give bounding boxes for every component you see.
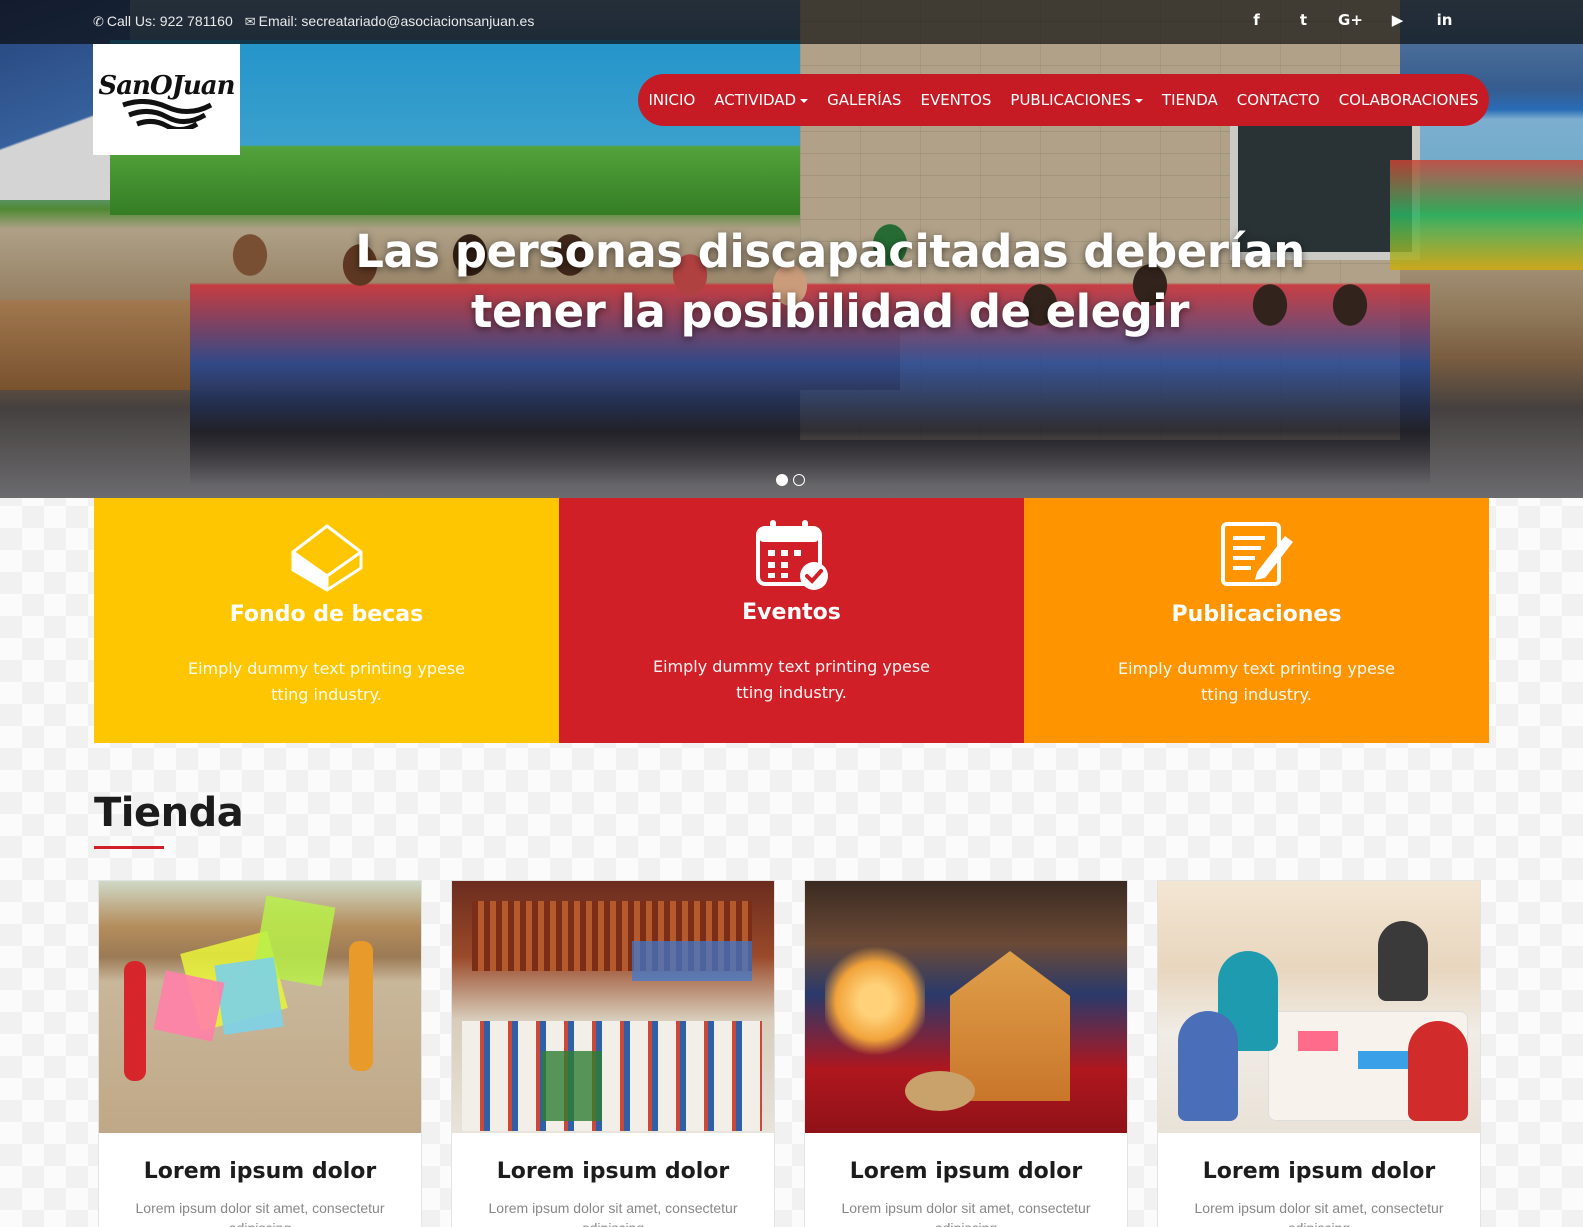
feature-fondo-de-becas[interactable]: Fondo de becas Eimply dummy text printin… [94, 498, 559, 743]
product-list: Lorem ipsum dolor Lorem ipsum dolor sit … [98, 880, 1488, 1227]
site-logo[interactable]: SanOJuan [93, 44, 240, 155]
hero-title-line-1: Las personas discapacitadas deberían [355, 225, 1305, 278]
product-image[interactable] [99, 881, 421, 1133]
nav-item-colaboraciones[interactable]: COLABORACIONES [1329, 91, 1488, 109]
nav-item-tienda[interactable]: TIENDA [1152, 91, 1227, 109]
hero-title: Las personas discapacitadas deberían ten… [200, 222, 1460, 342]
product-description: Lorem ipsum dolor sit amet, consectetur … [841, 1200, 1091, 1227]
feature-text: Eimply dummy text printing ypese tting i… [1117, 659, 1396, 704]
feature-title: Fondo de becas [229, 602, 424, 627]
product-card[interactable]: Lorem ipsum dolor Lorem ipsum dolor sit … [98, 880, 422, 1227]
product-card[interactable]: Lorem ipsum dolor Lorem ipsum dolor sit … [1157, 880, 1481, 1227]
facebook-icon[interactable]: f [1233, 11, 1280, 29]
calendar-check-icon [755, 520, 828, 590]
caret-down-icon [800, 98, 809, 103]
product-image[interactable] [452, 881, 774, 1133]
slider-dots [776, 474, 805, 486]
product-image[interactable] [1158, 881, 1480, 1133]
edit-document-icon [1220, 522, 1293, 586]
product-name[interactable]: Lorem ipsum dolor [99, 1159, 421, 1184]
product-description: Lorem ipsum dolor sit amet, consectetur … [488, 1200, 738, 1227]
google-plus-icon[interactable]: G+ [1327, 11, 1374, 29]
linkedin-icon[interactable]: in [1421, 11, 1468, 29]
product-name[interactable]: Lorem ipsum dolor [805, 1159, 1127, 1184]
feature-text: Eimply dummy text printing ypese tting i… [652, 657, 931, 702]
phone-info: ✆ Call Us: 922 781160 [93, 13, 233, 30]
envelope-icon: ✉ [244, 14, 256, 29]
youtube-icon[interactable]: ▶ [1374, 11, 1421, 29]
email-text[interactable]: Email: secreatariado@asociacionsanjuan.e… [259, 13, 535, 29]
contact-info: ✆ Call Us: 922 781160 ✉ Email: secreataria… [93, 13, 534, 30]
product-description: Lorem ipsum dolor sit amet, consectetur … [1194, 1200, 1444, 1227]
house-icon [291, 524, 362, 592]
product-card[interactable]: Lorem ipsum dolor Lorem ipsum dolor sit … [451, 880, 775, 1227]
logo-text: SanOJuan [98, 70, 235, 101]
email-info[interactable]: ✉ Email: secreatariado@asociacionsanjuan.… [245, 13, 535, 30]
phone-text: Call Us: 922 781160 [106, 13, 233, 29]
caret-down-icon [1134, 98, 1143, 103]
main-nav: INICIO ACTIVIDAD GALERÍAS EVENTOS PUBLIC… [638, 74, 1489, 126]
feature-title: Publicaciones [1171, 602, 1342, 627]
social-links: f t G+ ▶ in [1233, 11, 1468, 29]
phone-icon: ✆ [93, 14, 104, 29]
product-card[interactable]: Lorem ipsum dolor Lorem ipsum dolor sit … [804, 880, 1128, 1227]
feature-title: Eventos [742, 600, 841, 625]
nav-item-galerias[interactable]: GALERÍAS [818, 91, 911, 109]
product-name[interactable]: Lorem ipsum dolor [1158, 1159, 1480, 1184]
feature-boxes: Fondo de becas Eimply dummy text printin… [94, 498, 1489, 743]
nav-item-contacto[interactable]: CONTACTO [1227, 91, 1329, 109]
top-bar: ✆ Call Us: 922 781160 ✉ Email: secreataria… [0, 0, 1583, 44]
feature-text: Eimply dummy text printing ypese tting i… [187, 659, 466, 704]
logo-waves-icon [121, 98, 212, 129]
feature-eventos[interactable]: Eventos Eimply dummy text printing ypese… [559, 498, 1024, 743]
product-name[interactable]: Lorem ipsum dolor [452, 1159, 774, 1184]
nav-item-actividad[interactable]: ACTIVIDAD [705, 91, 818, 109]
slider-dot-1[interactable] [776, 474, 788, 486]
section-title-tienda: Tienda [94, 790, 244, 836]
nav-item-publicaciones[interactable]: PUBLICACIONES [1001, 91, 1153, 109]
feature-publicaciones[interactable]: Publicaciones Eimply dummy text printing… [1024, 498, 1489, 743]
product-image[interactable] [805, 881, 1127, 1133]
product-description: Lorem ipsum dolor sit amet, consectetur … [135, 1200, 385, 1227]
nav-item-inicio[interactable]: INICIO [639, 91, 705, 109]
twitter-icon[interactable]: t [1280, 11, 1327, 29]
hero-title-line-2: tener la posibilidad de elegir [471, 285, 1189, 338]
nav-item-eventos[interactable]: EVENTOS [911, 91, 1001, 109]
slider-dot-2[interactable] [793, 474, 805, 486]
title-underline [94, 846, 164, 849]
